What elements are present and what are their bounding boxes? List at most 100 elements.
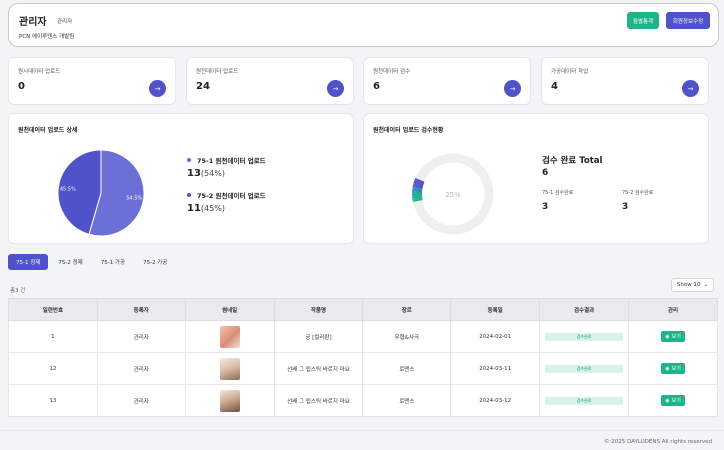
view-button[interactable]: ◉ 보기 [661, 331, 686, 342]
cell-genre: 무협&사극 [362, 320, 452, 353]
user-role: 관리자 [57, 19, 73, 25]
stat-card-source-upload: 원천데이터 업로드 24 → [186, 57, 354, 105]
cell-thumbnail [184, 320, 275, 353]
upload-detail-panel: 원천데이터 업로드 상세 54.5% 45.5% 75-1 원천데이터 업로드 1… [8, 113, 354, 244]
cell-result: 검수완료 [539, 320, 630, 353]
legend-count-value: 13 [187, 168, 201, 179]
legend-count: 13(54%) [187, 168, 225, 179]
col-header-title[interactable]: 작품명 [273, 298, 364, 321]
thumbnail-image[interactable] [219, 325, 240, 348]
pie-slice-label: 45.5% [60, 186, 76, 192]
cell-id: 13 [8, 384, 98, 417]
table-header-row: 일련번호 등록자 썸네일 작품명 장르 등록일 검수결과 관리 [8, 298, 718, 321]
tab-75-2-process[interactable]: 75-2 가공 [135, 254, 175, 270]
panel-title: 원천데이터 업로드 상세 [18, 127, 78, 134]
review-total-value: 6 [542, 168, 549, 178]
thumbnail-image[interactable] [219, 357, 240, 380]
chevron-down-icon: ⌄ [703, 282, 709, 288]
total-count: 총3 건 [10, 288, 26, 294]
stat-value: 6 [373, 81, 380, 92]
legend-label: 75-1 원천데이터 업로드 [197, 157, 266, 165]
table-row: 12 관리자 선배 그 립스틱 바르지 마요 로맨스 2024-03-11 검수… [8, 352, 718, 385]
cell-user: 관리자 [96, 320, 186, 353]
gauge-value-label: 25% [445, 191, 461, 199]
view-label: 보기 [671, 366, 681, 372]
review-sub-label: 75-1 검수완료 [542, 190, 574, 196]
col-header-manage: 관리 [628, 298, 718, 321]
cell-date: 2024-02-01 [450, 320, 541, 353]
cell-user: 관리자 [96, 352, 186, 385]
status-badge: 검수완료 [545, 364, 624, 373]
cell-title: 선배 그 립스틱 바르지 마요 [273, 352, 364, 385]
legend-count: 11(45%) [187, 203, 225, 214]
eye-icon: ◉ [665, 365, 670, 372]
legend-percent: (45%) [200, 204, 225, 213]
footer-copyright: © 2025 DAYLUDENS All rights reserved [604, 439, 712, 445]
cell-genre: 로맨스 [362, 352, 452, 385]
table-row: 1 관리자 궁 [컬러판] 무협&사극 2024-02-01 검수완료 ◉ 보기 [8, 320, 718, 353]
col-header-thumbnail: 썸네일 [184, 298, 275, 321]
thumbnail-image[interactable] [219, 389, 240, 412]
stat-card-raw-upload: 원시데이터 업로드 0 → [8, 57, 176, 105]
page-size-select[interactable]: Show 10 ⌄ [671, 278, 714, 292]
review-sub-value: 3 [622, 202, 629, 212]
view-label: 보기 [671, 398, 681, 404]
gauge-segment [412, 189, 423, 193]
stat-label: 원시데이터 업로드 [18, 69, 61, 75]
works-table: 일련번호 등록자 썸네일 작품명 장르 등록일 검수결과 관리 1 관리자 궁 … [8, 298, 718, 417]
cell-date: 2024-03-12 [450, 384, 541, 417]
stat-value: 24 [196, 81, 210, 92]
cell-id: 1 [8, 320, 98, 353]
user-team: PCN 에이루덴스 개발팀 [19, 34, 75, 40]
stat-value: 0 [18, 81, 25, 92]
col-header-genre[interactable]: 장르 [362, 298, 452, 321]
view-button[interactable]: ◉ 보기 [661, 363, 686, 374]
status-badge: 검수완료 [545, 332, 624, 341]
stat-card-processing: 가공데이터 작업 4 → [541, 57, 709, 105]
footer-divider [0, 430, 724, 431]
eye-icon: ◉ [665, 397, 670, 404]
arrow-right-icon[interactable]: → [682, 80, 699, 97]
review-status-panel: 원천데이터 업로드 검수현황 25% 검수 완료 Total 6 75-1 검수… [363, 113, 709, 244]
status-badge: 검수완료 [545, 396, 624, 405]
user-name: 관리자 [19, 17, 47, 28]
arrow-right-icon[interactable]: → [504, 80, 521, 97]
legend-label: 75-2 원천데이터 업로드 [197, 192, 266, 200]
eye-icon: ◉ [665, 333, 670, 340]
tab-75-1-process[interactable]: 75-1 가공 [93, 254, 133, 270]
pie-slice-label: 54.5% [126, 196, 142, 202]
col-header-id[interactable]: 일련번호 [8, 298, 98, 321]
cell-manage: ◉ 보기 [628, 352, 718, 385]
cell-user: 관리자 [96, 384, 186, 417]
stat-label: 원천데이터 업로드 [196, 69, 239, 75]
stat-card-source-review: 원천데이터 검수 6 → [363, 57, 531, 105]
cell-title: 궁 [컬러판] [273, 320, 364, 353]
col-header-date[interactable]: 등록일 [450, 298, 541, 321]
arrow-right-icon[interactable]: → [149, 80, 166, 97]
monthly-stats-button[interactable]: 월별통계 [627, 12, 659, 29]
cell-manage: ◉ 보기 [628, 320, 718, 353]
stat-label: 가공데이터 작업 [551, 69, 589, 75]
profile-header: 관리자 관리자 PCN 에이루덴스 개발팀 월별통계 회원정보수정 [8, 3, 719, 47]
cell-date: 2024-03-11 [450, 352, 541, 385]
cell-thumbnail [184, 384, 275, 417]
col-header-user[interactable]: 등록자 [96, 298, 186, 321]
stat-label: 원천데이터 검수 [373, 69, 411, 75]
cell-title: 선배 그 립스틱 바르지 마요 [273, 384, 364, 417]
view-button[interactable]: ◉ 보기 [661, 395, 686, 406]
cell-manage: ◉ 보기 [628, 384, 718, 417]
edit-profile-button[interactable]: 회원정보수정 [666, 12, 710, 29]
review-total-label: 검수 완료 Total [542, 156, 603, 166]
cell-id: 12 [8, 352, 98, 385]
tab-75-2-refine[interactable]: 75-2 정제 [50, 254, 90, 270]
tab-75-1-refine[interactable]: 75-1 정제 [8, 254, 49, 270]
table-row: 13 관리자 선배 그 립스틱 바르지 마요 로맨스 2024-03-12 검수… [8, 384, 718, 417]
cell-result: 검수완료 [539, 352, 630, 385]
review-sub-label: 75-2 검수완료 [622, 190, 654, 196]
arrow-right-icon[interactable]: → [327, 80, 344, 97]
page-size-label: Show 10 [676, 282, 701, 288]
col-header-result[interactable]: 검수결과 [539, 298, 630, 321]
review-sub-value: 3 [542, 202, 549, 212]
cell-thumbnail [184, 352, 275, 385]
legend-count-value: 11 [187, 203, 201, 214]
